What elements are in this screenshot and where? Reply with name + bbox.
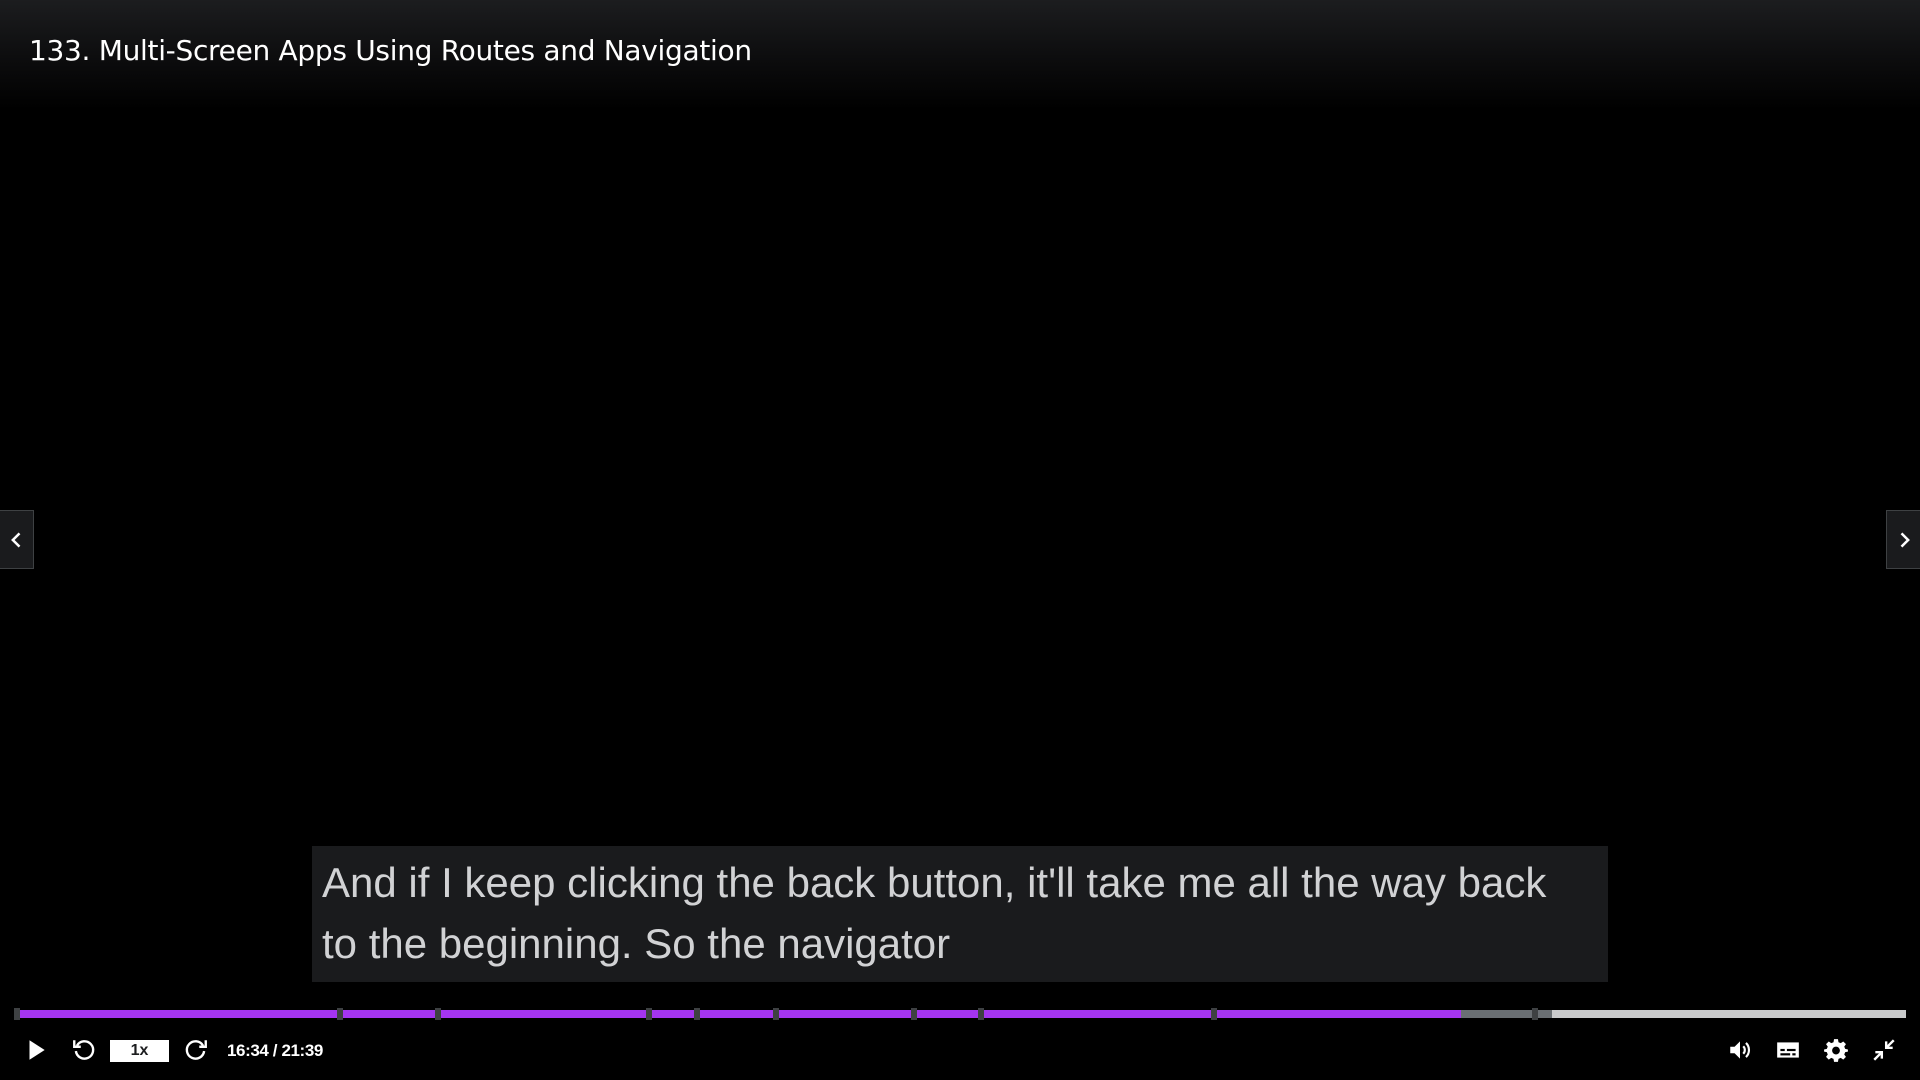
play-button[interactable] — [20, 1030, 52, 1070]
forward-5s-icon — [185, 1040, 207, 1060]
rewind-button[interactable] — [68, 1030, 100, 1070]
captions-icon — [1777, 1042, 1799, 1058]
caption-box: And if I keep clicking the back button, … — [312, 846, 1608, 982]
settings-button[interactable] — [1820, 1030, 1852, 1070]
progress-played — [14, 1010, 1462, 1018]
chevron-left-icon — [10, 531, 20, 548]
video-player[interactable]: 133. Multi-Screen Apps Using Routes and … — [0, 0, 1920, 1080]
time-display: 16:34 / 21:39 — [227, 1041, 323, 1060]
gear-icon — [1824, 1039, 1848, 1062]
captions-button[interactable] — [1772, 1030, 1804, 1070]
caption-line-2: to the beginning. So the navigator — [322, 920, 951, 967]
chapter-marker[interactable] — [337, 1008, 343, 1020]
previous-lecture-button[interactable] — [0, 510, 34, 569]
chapter-marker[interactable] — [773, 1008, 779, 1020]
volume-button[interactable] — [1724, 1030, 1756, 1070]
rewind-5s-icon — [73, 1040, 95, 1060]
playback-rate-button[interactable]: 1x — [110, 1040, 169, 1062]
lecture-title: 133. Multi-Screen Apps Using Routes and … — [29, 34, 752, 67]
next-lecture-button[interactable] — [1886, 510, 1920, 569]
chapter-marker[interactable] — [694, 1008, 700, 1020]
caption-line-1: And if I keep clicking the back button, … — [322, 859, 1547, 906]
play-icon — [29, 1040, 45, 1060]
control-bar: 1x 16:34 / 21:39 — [0, 1030, 1920, 1070]
exit-fullscreen-button[interactable] — [1868, 1030, 1900, 1070]
chapter-marker[interactable] — [646, 1008, 652, 1020]
chapter-marker[interactable] — [14, 1008, 20, 1020]
chevron-right-icon — [1900, 531, 1910, 548]
chapter-marker[interactable] — [435, 1008, 441, 1020]
chapter-marker[interactable] — [911, 1008, 917, 1020]
exit-fullscreen-icon — [1873, 1039, 1895, 1061]
forward-button[interactable] — [180, 1030, 212, 1070]
chapter-marker[interactable] — [1532, 1008, 1538, 1020]
chapter-marker[interactable] — [978, 1008, 984, 1020]
title-bar: 133. Multi-Screen Apps Using Routes and … — [0, 0, 1920, 110]
progress-bar[interactable] — [14, 1008, 1906, 1020]
volume-icon — [1730, 1041, 1750, 1059]
chapter-marker[interactable] — [1211, 1008, 1217, 1020]
